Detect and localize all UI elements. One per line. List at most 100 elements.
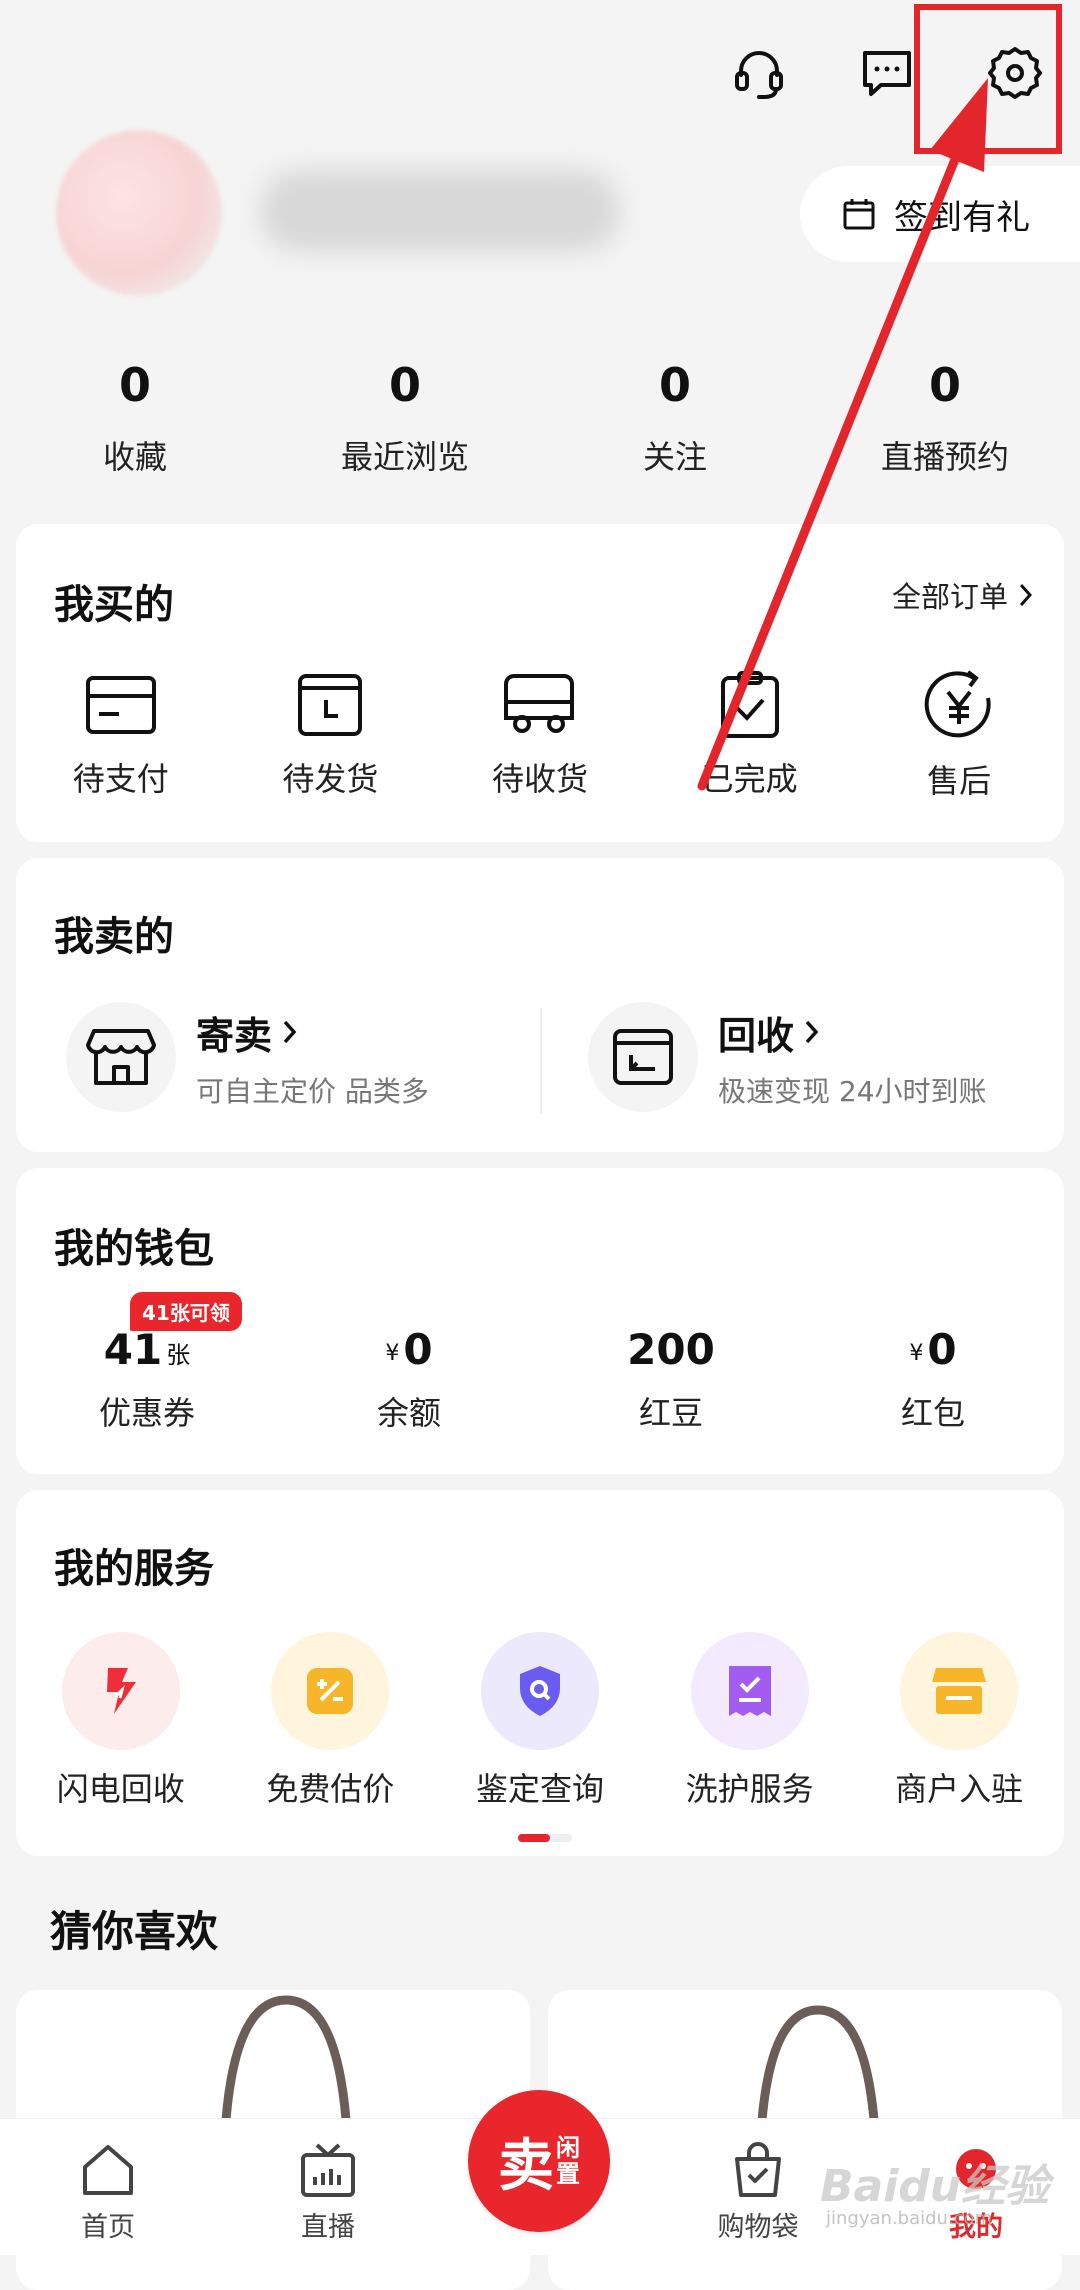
username-blurred[interactable] bbox=[260, 170, 620, 252]
buy-title: 我买的 bbox=[54, 582, 174, 628]
balance-value: 0 bbox=[403, 1325, 433, 1374]
stat-label: 关注 bbox=[642, 438, 707, 476]
wallet-label: 红包 bbox=[900, 1394, 965, 1432]
chevron-right-icon bbox=[805, 1020, 819, 1044]
stat-value: 0 bbox=[118, 358, 151, 412]
order-label: 售后 bbox=[927, 762, 992, 800]
all-orders-link[interactable]: 全部订单 bbox=[892, 574, 1034, 616]
percent-tag-icon bbox=[271, 1632, 390, 1750]
recycle-subtitle: 极速变现 24小时到账 bbox=[718, 1074, 987, 1108]
shopping-bag-icon bbox=[735, 2142, 781, 2197]
consignment-entry[interactable]: 寄卖 可自主定价 品类多 bbox=[66, 1002, 429, 1112]
order-completed[interactable]: 已完成 bbox=[645, 670, 855, 802]
order-pending-shipment[interactable]: 待发货 bbox=[226, 670, 436, 802]
service-label: 免费估价 bbox=[266, 1770, 395, 1808]
order-label: 待支付 bbox=[72, 760, 169, 798]
watermark: Baidu经验 bbox=[820, 2161, 1050, 2212]
yen-refresh-icon bbox=[924, 670, 991, 738]
avatar[interactable] bbox=[56, 130, 222, 296]
nav-label: 直播 bbox=[301, 2212, 355, 2243]
red-packet-value: 0 bbox=[927, 1325, 957, 1374]
services-card: 我的服务 闪电回收 免费估价 鉴定查询 洗护服务 商户入驻 bbox=[16, 1490, 1064, 1856]
sell-fab-sub-1: 闲 bbox=[556, 2134, 580, 2162]
nav-bag[interactable]: 购物袋 bbox=[688, 2139, 828, 2244]
coupon-unit: 张 bbox=[166, 1341, 191, 1369]
service-free-appraisal[interactable]: 免费估价 bbox=[226, 1632, 436, 1810]
recycle-entry[interactable]: 回收 极速变现 24小时到账 bbox=[588, 1002, 987, 1112]
stat-value: 0 bbox=[928, 358, 961, 412]
watermark-sub: jingyan.baidu.com bbox=[826, 2208, 993, 2229]
stat-value: 0 bbox=[658, 358, 691, 412]
box-clock-icon bbox=[298, 674, 363, 736]
recycle-title: 回收 bbox=[718, 1013, 795, 1058]
wallet-label: 红豆 bbox=[638, 1394, 703, 1432]
wallet-coupons[interactable]: 41 张 优惠券 bbox=[16, 1320, 278, 1434]
wallet-red-beans[interactable]: 200 红豆 bbox=[540, 1320, 802, 1434]
nav-label: 购物袋 bbox=[717, 2212, 799, 2243]
wallet-title: 我的钱包 bbox=[54, 1226, 214, 1272]
home-icon bbox=[83, 2145, 133, 2195]
consignment-subtitle: 可自主定价 品类多 bbox=[196, 1074, 429, 1108]
service-authentication[interactable]: 鉴定查询 bbox=[435, 1632, 645, 1810]
stat-favorites[interactable]: 0 收藏 bbox=[0, 358, 270, 478]
customer-service-icon[interactable] bbox=[724, 38, 794, 108]
truck-icon bbox=[503, 674, 574, 733]
sell-fab-main: 卖 bbox=[498, 2133, 554, 2199]
order-label: 已完成 bbox=[701, 760, 798, 798]
sell-card: 我卖的 寄卖 可自主定价 品类多 回收 极速变现 24小时到账 bbox=[16, 858, 1064, 1152]
service-label: 商户入驻 bbox=[895, 1770, 1024, 1808]
store-icon bbox=[900, 1632, 1019, 1750]
stat-live-reservation[interactable]: 0 直播预约 bbox=[810, 358, 1080, 478]
currency-symbol: ¥ bbox=[909, 1341, 924, 1366]
stat-label: 最近浏览 bbox=[340, 438, 469, 476]
stat-following[interactable]: 0 关注 bbox=[540, 358, 810, 478]
sell-fab-button[interactable]: 卖 闲 置 bbox=[468, 2090, 610, 2232]
calendar-icon bbox=[843, 199, 875, 230]
tv-icon bbox=[301, 2143, 355, 2197]
service-flash-recycle[interactable]: 闪电回收 bbox=[16, 1632, 226, 1810]
nav-label: 首页 bbox=[81, 2212, 135, 2243]
shield-search-icon bbox=[480, 1632, 599, 1750]
coupon-count: 41 bbox=[103, 1325, 163, 1374]
stat-value: 0 bbox=[388, 358, 421, 412]
service-care[interactable]: 洗护服务 bbox=[645, 1632, 855, 1810]
service-label: 鉴定查询 bbox=[475, 1770, 604, 1808]
wallet-red-packet[interactable]: ¥ 0 红包 bbox=[802, 1320, 1064, 1434]
carousel-indicator bbox=[518, 1834, 572, 1842]
buy-card: 我买的 全部订单 待支付 待发货 待收货 已完成 售后 bbox=[16, 524, 1064, 842]
receipt-check-icon bbox=[690, 1632, 809, 1750]
signin-button[interactable]: 签到有礼 bbox=[800, 166, 1080, 262]
order-label: 待发货 bbox=[282, 760, 379, 798]
service-label: 闪电回收 bbox=[56, 1770, 185, 1808]
wallet-label: 余额 bbox=[376, 1394, 441, 1432]
order-pending-payment[interactable]: 待支付 bbox=[16, 670, 226, 802]
recommend-title: 猜你喜欢 bbox=[50, 1907, 219, 1956]
clipboard-check-icon bbox=[720, 671, 779, 738]
all-orders-label: 全部订单 bbox=[891, 580, 1008, 614]
service-label: 洗护服务 bbox=[685, 1770, 814, 1808]
nav-live[interactable]: 直播 bbox=[258, 2139, 398, 2244]
divider bbox=[540, 1008, 542, 1114]
currency-symbol: ¥ bbox=[385, 1341, 400, 1366]
wallet-card-icon bbox=[85, 676, 156, 734]
order-after-sale[interactable]: 售后 bbox=[854, 670, 1064, 802]
wallet-label: 优惠券 bbox=[98, 1394, 195, 1432]
chevron-right-icon bbox=[283, 1020, 297, 1044]
stat-label: 收藏 bbox=[102, 438, 167, 476]
order-label: 待收货 bbox=[491, 760, 588, 798]
stat-label: 直播预约 bbox=[880, 438, 1009, 476]
stat-recent[interactable]: 0 最近浏览 bbox=[270, 358, 540, 478]
sell-fab-sub-2: 置 bbox=[556, 2160, 580, 2188]
wallet-balance[interactable]: ¥ 0 余额 bbox=[278, 1320, 540, 1434]
chevron-right-icon bbox=[1019, 583, 1033, 607]
box-return-icon bbox=[588, 1002, 698, 1112]
shop-icon bbox=[66, 1002, 176, 1112]
service-merchant-join[interactable]: 商户入驻 bbox=[854, 1632, 1064, 1810]
sell-title: 我卖的 bbox=[54, 914, 174, 960]
wallet-card: 我的钱包 41张可领 41 张 优惠券 ¥ 0 余额 200 红豆 ¥ 0 红包 bbox=[16, 1168, 1064, 1474]
nav-home[interactable]: 首页 bbox=[38, 2139, 178, 2244]
message-icon[interactable] bbox=[852, 38, 922, 108]
order-pending-receipt[interactable]: 待收货 bbox=[435, 670, 645, 802]
settings-highlight-box bbox=[914, 4, 1062, 154]
lightning-icon bbox=[61, 1632, 180, 1750]
